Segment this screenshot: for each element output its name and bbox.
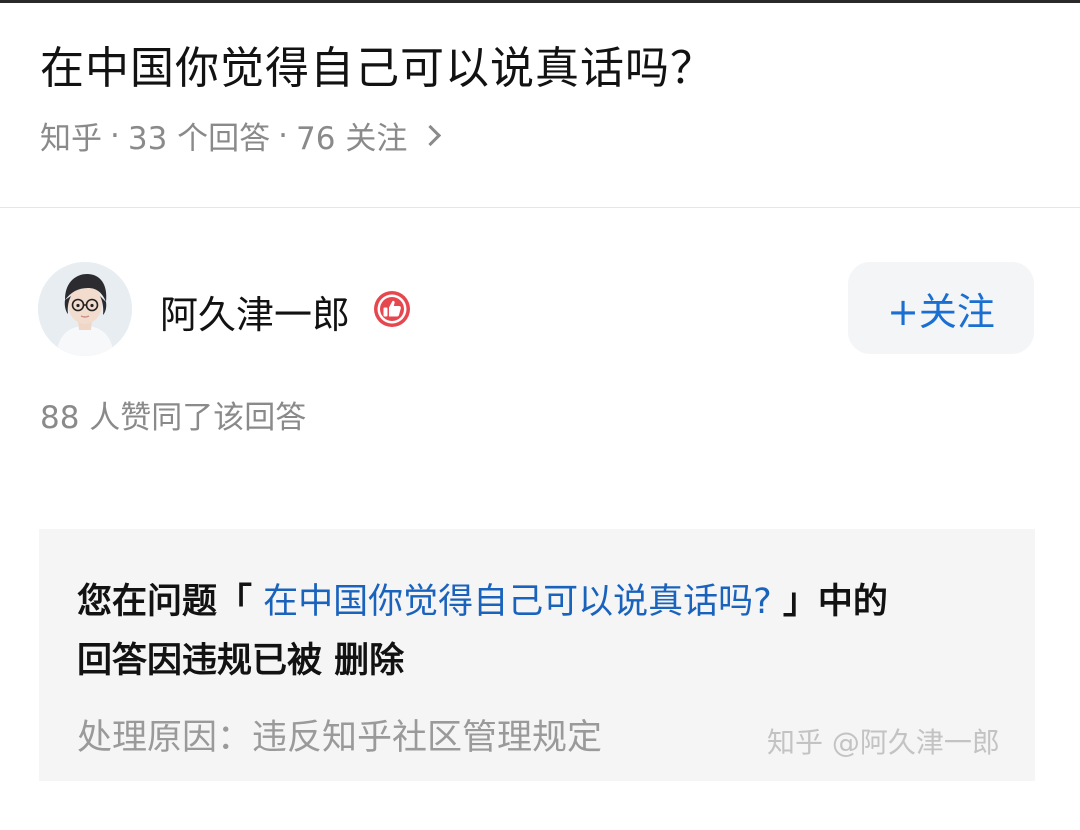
question-meta-link[interactable]: 知乎 · 33 个回答 · 76 关注 xyxy=(40,113,442,158)
meta-separator: · xyxy=(278,117,289,154)
notice-question-link[interactable]: 在中国你觉得自己可以说真话吗? xyxy=(252,582,783,622)
question-header: 在中国你觉得自己可以说真话吗？ 知乎 · 33 个回答 · 76 关注 xyxy=(0,0,1080,208)
notice-line-1: 您在问题「 在中国你觉得自己可以说真话吗? 」中的 xyxy=(77,573,888,624)
like-count[interactable]: 88 人赞同了该回答 xyxy=(40,392,306,437)
notice-suffix: 」中的 xyxy=(782,582,888,622)
follower-count: 76 关注 xyxy=(296,121,408,157)
author-name[interactable]: 阿久津一郎 xyxy=(160,284,350,339)
meta-separator: · xyxy=(110,117,120,154)
watermark: 知乎 @阿久津一郎 xyxy=(767,726,1000,759)
answer-author-row: 阿久津一郎 +关注 xyxy=(0,260,1080,356)
avatar-image xyxy=(38,262,132,356)
chevron-right-icon xyxy=(420,124,442,147)
avatar[interactable] xyxy=(38,262,132,356)
answer-count: 33 个回答 xyxy=(127,121,271,157)
deletion-reason: 处理原因：违反知乎社区管理规定 xyxy=(77,718,603,758)
question-title[interactable]: 在中国你觉得自己可以说真话吗？ xyxy=(40,32,715,96)
thumbs-up-badge-icon xyxy=(374,291,410,327)
deleted-answer-notice: 您在问题「 在中国你觉得自己可以说真话吗? 」中的 回答因违规已被 删除 处理原… xyxy=(39,529,1035,781)
question-source: 知乎 xyxy=(40,121,102,157)
notice-prefix: 您在问题「 xyxy=(77,582,253,622)
notice-line-2: 回答因违规已被 删除 xyxy=(77,641,405,681)
follow-button[interactable]: +关注 xyxy=(848,262,1034,354)
